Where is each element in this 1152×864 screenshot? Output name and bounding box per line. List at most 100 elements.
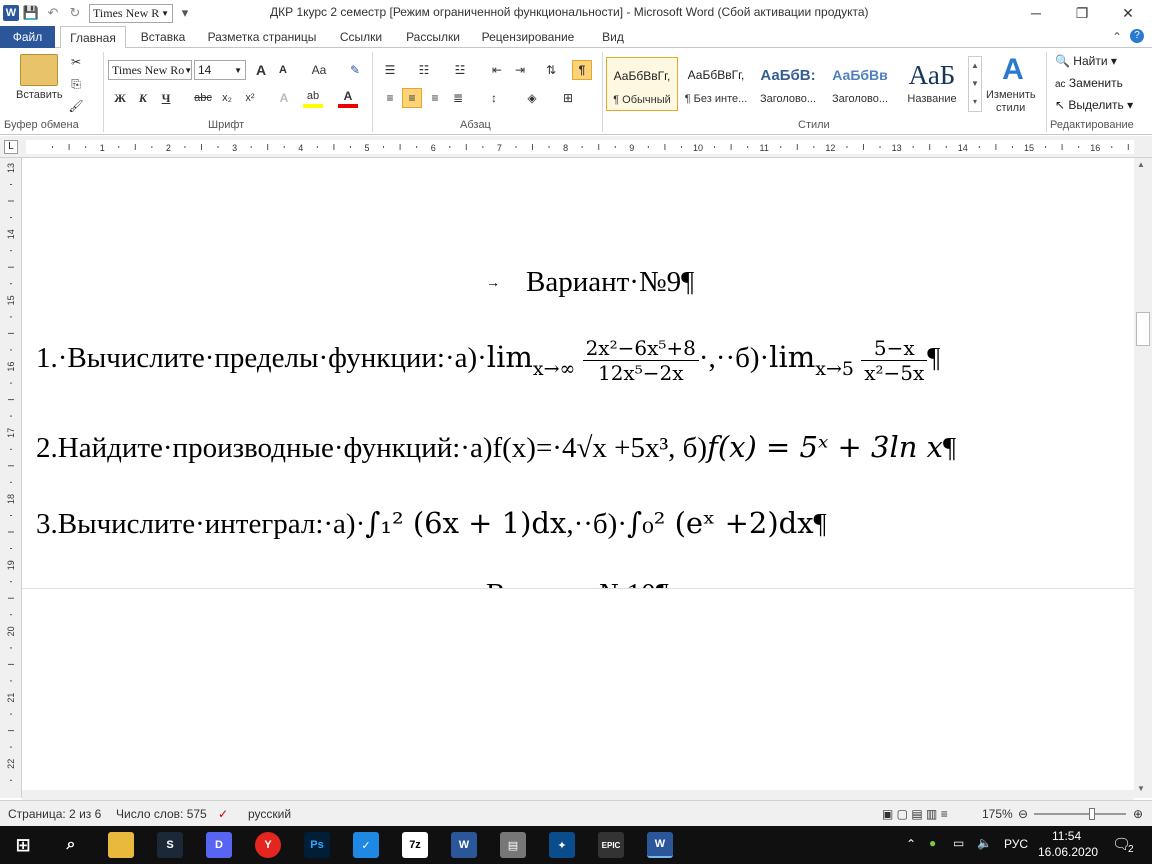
pocket-icon[interactable]: ✓ bbox=[353, 832, 379, 858]
horizontal-scrollbar[interactable] bbox=[22, 790, 1134, 800]
italic-button[interactable]: К bbox=[133, 88, 153, 108]
photoshop-icon[interactable]: Ps bbox=[304, 832, 330, 858]
collapse-ribbon-icon[interactable]: ⌃ bbox=[1112, 30, 1122, 44]
writer-icon[interactable]: W bbox=[451, 832, 477, 858]
change-case-button[interactable]: Aa bbox=[306, 60, 332, 80]
page-count[interactable]: Страница: 2 из 6 bbox=[8, 807, 101, 821]
style-normal[interactable]: АаБбВвГг, ¶ Обычный bbox=[606, 57, 678, 111]
close-button[interactable]: ✕ bbox=[1105, 0, 1151, 26]
shading-icon[interactable]: ◈ bbox=[522, 88, 542, 108]
zoom-in-icon[interactable]: ⊕ bbox=[1133, 807, 1143, 821]
yandex-browser-icon[interactable]: Y bbox=[255, 832, 281, 858]
word-count[interactable]: Число слов: 575 bbox=[116, 807, 207, 821]
clock-date[interactable]: 16.06.2020 bbox=[1038, 845, 1098, 859]
replace-button[interactable]: ac Заменить bbox=[1055, 76, 1123, 90]
highlight-icon[interactable]: ab bbox=[303, 88, 323, 108]
task-3-line[interactable]: 3.Вычислите·интеграл:·а)·∫₁² (6x + 1)dx,… bbox=[36, 506, 827, 541]
sort-icon[interactable]: ⇅ bbox=[541, 60, 561, 80]
tab-references[interactable]: Ссылки bbox=[333, 26, 389, 48]
view-buttons[interactable]: ▣ ▢ ▤ ▥ ≡ bbox=[882, 807, 948, 821]
clock-time[interactable]: 11:54 bbox=[1052, 829, 1081, 843]
underline-button[interactable]: Ч bbox=[156, 88, 176, 108]
bold-button[interactable]: Ж bbox=[110, 88, 130, 108]
qat-font-selector[interactable]: Times New R ▼ bbox=[89, 3, 173, 23]
app-icon-2[interactable]: ✦ bbox=[549, 832, 575, 858]
borders-icon[interactable]: ⊞ bbox=[558, 88, 578, 108]
tab-home[interactable]: Главная bbox=[60, 26, 126, 49]
subscript-button[interactable]: x₂ bbox=[217, 88, 237, 108]
format-painter-icon[interactable]: 🖌 bbox=[66, 96, 86, 116]
style-no-spacing[interactable]: АаБбВвГг, ¶ Без инте... bbox=[680, 57, 752, 111]
strikethrough-button[interactable]: abc bbox=[190, 88, 216, 108]
heading-line[interactable]: → Вариант·№9¶ bbox=[486, 266, 694, 299]
justify-icon[interactable]: ≣ bbox=[448, 88, 468, 108]
save-icon[interactable]: 💾 bbox=[21, 3, 41, 23]
7zip-icon[interactable]: 7z bbox=[402, 832, 428, 858]
style-heading-1[interactable]: АаБбВ: Заголово... bbox=[752, 57, 824, 111]
zoom-slider[interactable] bbox=[1034, 813, 1126, 815]
paste-icon[interactable] bbox=[20, 54, 58, 86]
numbering-icon[interactable]: ☷ bbox=[414, 60, 434, 80]
grow-font-button[interactable]: A bbox=[251, 60, 271, 80]
language-indicator[interactable]: русский bbox=[248, 807, 291, 821]
vertical-scrollbar[interactable]: ▲ ▼ bbox=[1134, 158, 1152, 798]
file-explorer-icon[interactable] bbox=[108, 832, 134, 858]
minimize-button[interactable]: ─ bbox=[1013, 0, 1059, 26]
select-button[interactable]: ↖ Выделить ▾ bbox=[1055, 98, 1133, 112]
align-center-icon[interactable]: ≡ bbox=[402, 88, 422, 108]
cut-icon[interactable]: ✂ bbox=[66, 52, 86, 72]
scroll-up-icon[interactable]: ▲ bbox=[1137, 160, 1145, 169]
search-icon[interactable]: ⌕ bbox=[58, 832, 84, 858]
find-button[interactable]: 🔍 Найти ▾ bbox=[1055, 54, 1117, 68]
zoom-out-icon[interactable]: ⊖ bbox=[1018, 807, 1028, 821]
tab-view[interactable]: Вид bbox=[591, 26, 635, 48]
styles-scroll[interactable]: ▲ ▼ ▾ bbox=[968, 56, 982, 112]
decrease-indent-icon[interactable]: ⇤ bbox=[487, 60, 507, 80]
network-icon[interactable]: ▭ bbox=[953, 836, 964, 850]
copy-icon[interactable]: ⎘ bbox=[66, 74, 86, 94]
document-page[interactable]: → Вариант·№9¶ 1.·Вычислите·пределы·функци… bbox=[22, 158, 1134, 798]
volume-icon[interactable]: 🔈 bbox=[977, 836, 992, 850]
task-1-line[interactable]: 1.·Вычислите·пределы·функции:·а)·limx→∞ … bbox=[36, 336, 940, 385]
restore-button[interactable]: ❐ bbox=[1059, 0, 1105, 26]
change-styles-icon[interactable]: A bbox=[996, 54, 1030, 86]
clear-formatting-icon[interactable]: ✎ bbox=[345, 60, 365, 80]
line-spacing-icon[interactable]: ↕ bbox=[484, 88, 504, 108]
increase-indent-icon[interactable]: ⇥ bbox=[510, 60, 530, 80]
tray-arrow-icon[interactable]: ⌃ bbox=[906, 837, 916, 851]
task-2-line[interactable]: 2.Найдите·производные·функций:·а)f(x)=·4… bbox=[36, 430, 956, 465]
tab-mailings[interactable]: Рассылки bbox=[401, 26, 465, 48]
horizontal-ruler[interactable]: 1 2 3 4 5 6 7 8 9 10 11 12 13 14 15 16 L bbox=[0, 136, 1152, 158]
discord-icon[interactable]: D bbox=[206, 832, 232, 858]
shrink-font-button[interactable]: A bbox=[273, 60, 293, 80]
show-formatting-button[interactable]: ¶ bbox=[572, 60, 592, 80]
undo-icon[interactable]: ↶ bbox=[43, 3, 63, 23]
bullets-icon[interactable]: ☰ bbox=[380, 60, 400, 80]
redo-icon[interactable]: ↻ bbox=[65, 3, 85, 23]
app-icon[interactable]: ▤ bbox=[500, 832, 526, 858]
zoom-slider-thumb[interactable] bbox=[1089, 808, 1095, 820]
proofing-icon[interactable]: ✓ bbox=[218, 807, 228, 821]
paste-button-label[interactable]: Вставить bbox=[16, 89, 63, 101]
align-right-icon[interactable]: ≡ bbox=[425, 88, 445, 108]
start-icon[interactable]: ⊞ bbox=[10, 832, 36, 858]
input-language[interactable]: РУС bbox=[1004, 837, 1028, 851]
style-heading-2[interactable]: АаБбВв Заголово... bbox=[824, 57, 896, 111]
change-styles-label-1[interactable]: Изменить bbox=[986, 89, 1036, 101]
multilevel-list-icon[interactable]: ☳ bbox=[450, 60, 470, 80]
vertical-ruler[interactable]: 13 14 15 16 17 18 19 20 21 22 bbox=[0, 158, 22, 798]
tray-app-icon[interactable]: ● bbox=[929, 836, 936, 850]
tab-insert[interactable]: Вставка bbox=[135, 26, 191, 48]
word-app-icon[interactable]: W bbox=[3, 5, 19, 21]
font-name-select[interactable]: Times New Ro ▼ bbox=[108, 60, 192, 80]
scroll-down-icon[interactable]: ▼ bbox=[1137, 784, 1145, 793]
epic-games-icon[interactable]: EPIC bbox=[598, 832, 624, 858]
zoom-level[interactable]: 175% bbox=[982, 807, 1013, 821]
tab-stop-selector[interactable]: L bbox=[4, 140, 18, 154]
tab-review[interactable]: Рецензирование bbox=[477, 26, 579, 48]
font-size-select[interactable]: 14 ▼ bbox=[194, 60, 246, 80]
customize-qat-icon[interactable]: ▾ bbox=[175, 3, 195, 23]
tab-file[interactable]: Файл bbox=[0, 26, 55, 48]
word-taskbar-icon[interactable]: W bbox=[647, 832, 673, 858]
superscript-button[interactable]: x² bbox=[240, 88, 260, 108]
